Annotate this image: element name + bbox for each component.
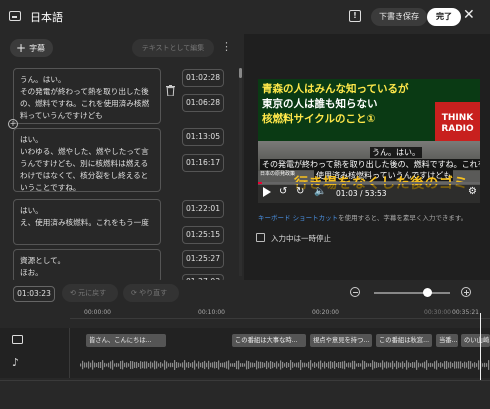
ruler-tick-3: 00:30:00 — [424, 309, 451, 316]
edit-as-text-button[interactable]: テキストとして編集 — [132, 39, 214, 57]
start-time-1[interactable]: 01:02:28 — [182, 69, 224, 87]
start-time-3[interactable]: 01:22:01 — [182, 200, 224, 218]
subtitle-text-4[interactable]: 資源として。 ほお。 — [13, 249, 161, 283]
subtitle-block-5[interactable]: 当番... — [436, 334, 458, 347]
video-caption-1: うん。はい。 — [370, 147, 422, 158]
subtitle-block-1[interactable]: 皆さん、こんにちは... — [86, 334, 166, 347]
end-time-2[interactable]: 01:16:17 — [182, 154, 224, 172]
redo-icon: ⟳ — [131, 289, 140, 297]
zoom-in-icon[interactable] — [461, 287, 471, 297]
subtitle-block-4[interactable]: この番組は秋窓... — [376, 334, 432, 347]
subtitle-block-6[interactable]: のい山崎... — [461, 334, 490, 347]
timeline-divider — [0, 380, 490, 381]
zoom-slider-thumb[interactable] — [422, 288, 432, 297]
subtitles-icon — [9, 11, 21, 21]
audio-track-header — [0, 352, 70, 378]
start-time-4[interactable]: 01:25:27 — [182, 250, 224, 268]
audio-waveform — [80, 360, 490, 370]
ruler-tick-end: 00:35:21 — [452, 309, 479, 316]
ruler-tick-1: 00:10:00 — [198, 309, 225, 316]
alert-box-icon[interactable]: ! — [349, 10, 361, 22]
video-caption-2: その発電が終わって熱を取り出した後の、燃料ですね。これを — [260, 159, 480, 170]
playhead[interactable] — [480, 313, 481, 380]
video-headline-1: 青森の人はみんな知っているが — [262, 83, 409, 95]
ruler-tick-2: 00:20:00 — [312, 309, 339, 316]
play-icon[interactable] — [263, 187, 271, 197]
pause-while-typing-label: 入力中は一時停止 — [271, 234, 331, 243]
undo-icon: ⟲ — [70, 289, 79, 297]
video-player[interactable]: 青森の人はみんな知っているが 東京の人は誰も知らない 核燃料サイクルのこと① T… — [258, 79, 480, 203]
keyboard-shortcut-link[interactable]: キーボード ショートカット — [258, 214, 338, 222]
subtitle-text-4-content: 資源として。 ほお。 — [20, 256, 66, 277]
current-time-field[interactable]: 01:03:23 — [13, 286, 55, 302]
forward-icon[interactable]: ↻ — [296, 186, 304, 197]
save-draft-button[interactable]: 下書き保存 — [371, 8, 427, 26]
done-button[interactable]: 完了 — [427, 8, 461, 26]
scrollbar-track[interactable] — [239, 68, 242, 276]
music-note-icon: ♪ — [12, 356, 20, 369]
ruler-tick-0: 00:00:00 — [84, 309, 111, 316]
zoom-out-icon[interactable] — [350, 287, 360, 297]
add-subtitle-button[interactable]: + 字幕 — [10, 39, 54, 57]
video-headline-2: 東京の人は誰も知らない — [262, 98, 378, 110]
video-progress-track[interactable] — [258, 182, 480, 184]
subtitle-text-2-content: はい。 いわゆる、燃やした、燃やしたって言うんですけども、別に核燃料は燃えるわけ… — [20, 135, 149, 192]
add-subtitle-label: 字幕 — [29, 44, 46, 53]
video-headline-3: 核燃料サイクルのこと① — [262, 113, 376, 125]
more-options-icon[interactable]: ⋮ — [221, 40, 232, 53]
undo-button[interactable]: ⟲ 元に戻す — [62, 284, 118, 302]
language-title: 日本語 — [30, 11, 63, 24]
end-time-1[interactable]: 01:06:28 — [182, 94, 224, 112]
subtitle-text-1-content: うん。はい。 その発電が終わって熱を取り出した後の、燃料ですね。これを使用済み核… — [20, 75, 150, 120]
subtitle-text-3[interactable]: はい。 え、使用済み核燃料。これをもう一度 — [13, 199, 161, 245]
subtitle-track-header — [0, 328, 70, 352]
subtitle-text-1[interactable]: うん。はい。 その発電が終わって熱を取り出した後の、燃料ですね。これを使用済み核… — [13, 68, 161, 124]
redo-button[interactable]: ⟳ やり直す — [123, 284, 179, 302]
subtitles-track-icon — [12, 335, 23, 344]
video-time: 01:03 / 53:53 — [336, 189, 387, 198]
subtitle-text-3-content: はい。 え、使用済み核燃料。これをもう一度 — [20, 206, 149, 227]
close-icon[interactable]: ✕ — [463, 7, 475, 23]
keyboard-shortcut-note: キーボード ショートカットを使用すると、字幕を素早く入力できます。 — [258, 214, 468, 222]
scrollbar-thumb[interactable] — [239, 68, 242, 78]
start-time-2[interactable]: 01:13:05 — [182, 128, 224, 146]
subtitle-block-2[interactable]: この番組は大事な時... — [232, 334, 306, 347]
end-time-3[interactable]: 01:25:15 — [182, 226, 224, 244]
trash-icon[interactable] — [166, 85, 175, 96]
subtitle-text-2[interactable]: はい。 いわゆる、燃やした、燃やしたって言うんですけども、別に核燃料は燃えるわけ… — [13, 128, 161, 192]
video-progress-fill — [258, 182, 263, 184]
plus-icon: + — [16, 41, 27, 55]
zoom-slider[interactable] — [374, 292, 450, 294]
subtitle-block-3[interactable]: 視点や意見を持つ... — [310, 334, 372, 347]
settings-icon[interactable]: ⚙ — [468, 186, 477, 197]
pause-while-typing-checkbox[interactable] — [256, 233, 265, 242]
rewind-icon[interactable]: ↺ — [279, 186, 287, 197]
video-subtitle-small: 日本の原発政策 — [260, 171, 296, 177]
volume-icon[interactable]: 🔈 — [314, 186, 326, 197]
